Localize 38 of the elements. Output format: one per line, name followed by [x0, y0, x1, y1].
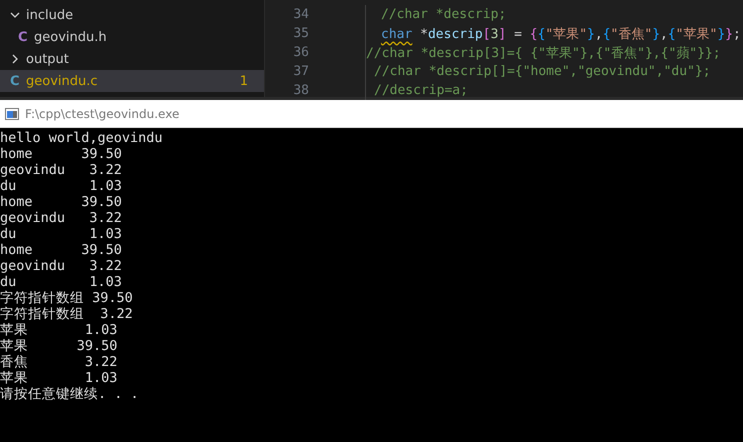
console-output-line: home 39.50	[0, 146, 123, 162]
code-line: //char *descrip[]={"home","geovindu","du"};	[374, 64, 711, 79]
console-output-line: du 1.03	[0, 274, 123, 290]
code-line: //char *descrip[3]={ {"苹果"},{"香焦"},{"蘋"}};	[366, 44, 721, 62]
file-tree-item[interactable]: output	[0, 48, 264, 70]
line-number: 34	[292, 7, 310, 22]
code-line: //descrip=a;	[374, 83, 468, 98]
problem-count: 1	[240, 74, 248, 88]
console-output-line: 请按任意键继续. . .	[0, 386, 140, 402]
c-file-icon: C	[10, 74, 20, 88]
c-file-icon: C	[18, 30, 28, 44]
console-output-line: geovindu 3.22	[0, 258, 123, 274]
line-number: 37	[292, 64, 310, 79]
line-number: 38	[292, 83, 310, 98]
chevron-right-icon	[10, 54, 20, 64]
console-output-line: du 1.03	[0, 178, 123, 194]
console-output-line: 字符指针数组 3.22	[0, 306, 134, 322]
code-line: //char *descrip;	[381, 7, 506, 22]
file-tree-item[interactable]: C geovindu.c 1	[0, 70, 264, 92]
console-output-line: 字符指针数组 39.50	[0, 290, 134, 306]
console-output-line: home 39.50	[0, 194, 123, 210]
line-number: 35	[292, 26, 310, 41]
line-number: 36	[292, 45, 310, 60]
console-output-line: geovindu 3.22	[0, 210, 123, 226]
console-output-line: 苹果 39.50	[0, 338, 118, 354]
console-output-line: geovindu 3.22	[0, 162, 123, 178]
console-output-line: 苹果 1.03	[0, 322, 118, 338]
console-output-line: du 1.03	[0, 226, 123, 242]
code-line: char *descrip[3] = {{"苹果"},{"香焦"},{"苹果"}};	[381, 26, 741, 42]
file-tree-item[interactable]: include	[0, 4, 264, 26]
console-output-line: hello world,geovindu	[0, 130, 164, 146]
chevron-down-icon	[10, 10, 20, 20]
window-title: F:\cpp\ctest\geovindu.exe	[25, 106, 180, 120]
file-tree-item[interactable]: C geovindu.h	[0, 26, 264, 48]
console-output-line: home 39.50	[0, 242, 123, 258]
console-output-line: 香焦 3.22	[0, 354, 118, 370]
console-output-line: 苹果 1.03	[0, 370, 118, 386]
console-app-icon	[5, 108, 19, 120]
